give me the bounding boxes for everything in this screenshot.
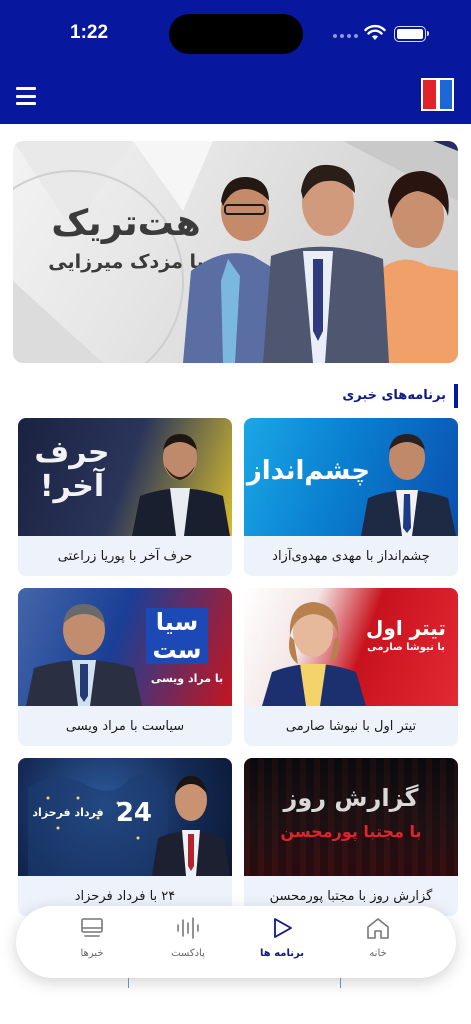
thumbnail-number: 24 xyxy=(115,798,152,828)
program-title: حرف آخر با پوریا زراعتی xyxy=(57,548,193,564)
play-icon xyxy=(274,918,292,938)
program-thumbnail: گزارش روز با مجتبا پورمحسن xyxy=(244,758,458,876)
thumbnail-title: چشم‌انداز xyxy=(246,456,370,486)
bottom-tab-bar: خانه برنامه ها پادکست خبرها xyxy=(16,906,456,978)
thumbnail-subtitle: با مراد ویسی xyxy=(150,672,224,685)
app-header xyxy=(0,70,471,124)
divider-line xyxy=(128,978,129,988)
host-photo xyxy=(152,776,230,876)
program-card[interactable]: 24 فرداد فرحزاد ۲۴ با فرداد فرحزاد xyxy=(18,758,232,916)
status-bar: 1:22 xyxy=(0,0,471,70)
thumbnail-title-line1: تیتر اول xyxy=(366,616,446,640)
program-title: سیاست با مراد ویسی xyxy=(65,718,185,734)
thumbnail-title-line2: آخر! xyxy=(39,469,105,504)
thumbnail-title-line1: گزارش روز xyxy=(283,784,419,812)
program-card[interactable]: گزارش روز با مجتبا پورمحسن گزارش روز با … xyxy=(244,758,458,916)
tab-programs[interactable]: برنامه ها xyxy=(242,914,322,970)
thumbnail-title-line1: حرف xyxy=(34,435,110,470)
host-photo xyxy=(26,604,142,706)
thumbnail-title-line1: سیا xyxy=(155,608,199,636)
host-photo xyxy=(361,434,456,536)
program-card[interactable]: تیتر اول با نیوشا صارمی تیتر اول با نیوش… xyxy=(244,588,458,746)
hero-banner[interactable]: هت‌تریک با مزدک میرزایی xyxy=(13,141,458,363)
thumbnail-texture xyxy=(244,758,458,876)
divider-line xyxy=(340,978,341,988)
program-card[interactable]: حرف آخر! حرف آخر با پوریا زراعتی xyxy=(18,418,232,576)
tab-programs-label: برنامه ها xyxy=(260,948,304,959)
hamburger-menu-icon[interactable] xyxy=(16,87,36,105)
program-thumbnail: چشم‌انداز xyxy=(244,418,458,536)
tab-podcast[interactable]: پادکست xyxy=(148,914,228,970)
program-thumbnail: سیا ست با مراد ویسی xyxy=(18,588,232,706)
dynamic-island xyxy=(169,14,303,54)
thumbnail-title-line2: با نیوشا صارمی xyxy=(367,642,445,653)
tab-news-label: خبرها xyxy=(80,948,104,959)
tab-podcast-label: پادکست xyxy=(171,948,205,959)
program-thumbnail: 24 فرداد فرحزاد xyxy=(18,758,232,876)
cellular-signal-icon xyxy=(333,34,358,38)
status-time: 1:22 xyxy=(70,22,109,43)
host-photo xyxy=(132,434,230,536)
program-thumbnail: تیتر اول با نیوشا صارمی xyxy=(244,588,458,706)
program-title: چشم‌انداز با مهدی مهدوی‌آزاد xyxy=(272,548,430,564)
channel-logo[interactable] xyxy=(421,78,454,111)
host-photo xyxy=(262,602,366,706)
program-card[interactable]: سیا ست با مراد ویسی سیاست با مراد ویسی xyxy=(18,588,232,746)
program-title: تیتر اول با نیوشا صارمی xyxy=(285,718,417,734)
section-title-news-programs: برنامه‌های خبری xyxy=(342,384,458,408)
program-card[interactable]: چشم‌انداز چشم‌انداز با مهدی مهدوی‌آزاد xyxy=(244,418,458,576)
hero-hosts-image xyxy=(183,164,458,363)
tab-news[interactable]: خبرها xyxy=(52,914,132,970)
tab-home[interactable]: خانه xyxy=(338,914,418,970)
battery-icon xyxy=(394,26,429,42)
audio-wave-icon xyxy=(177,917,199,939)
wifi-icon xyxy=(364,24,386,40)
program-thumbnail: حرف آخر! xyxy=(18,418,232,536)
news-screen-icon xyxy=(81,918,103,937)
thumbnail-title-line2: با مجتبا پورمحسن xyxy=(280,822,422,841)
thumbnail-host-name: فرداد فرحزاد xyxy=(32,806,104,819)
thumbnail-title-line2: ست xyxy=(152,636,202,664)
tab-home-label: خانه xyxy=(369,948,387,959)
home-icon xyxy=(367,918,389,939)
